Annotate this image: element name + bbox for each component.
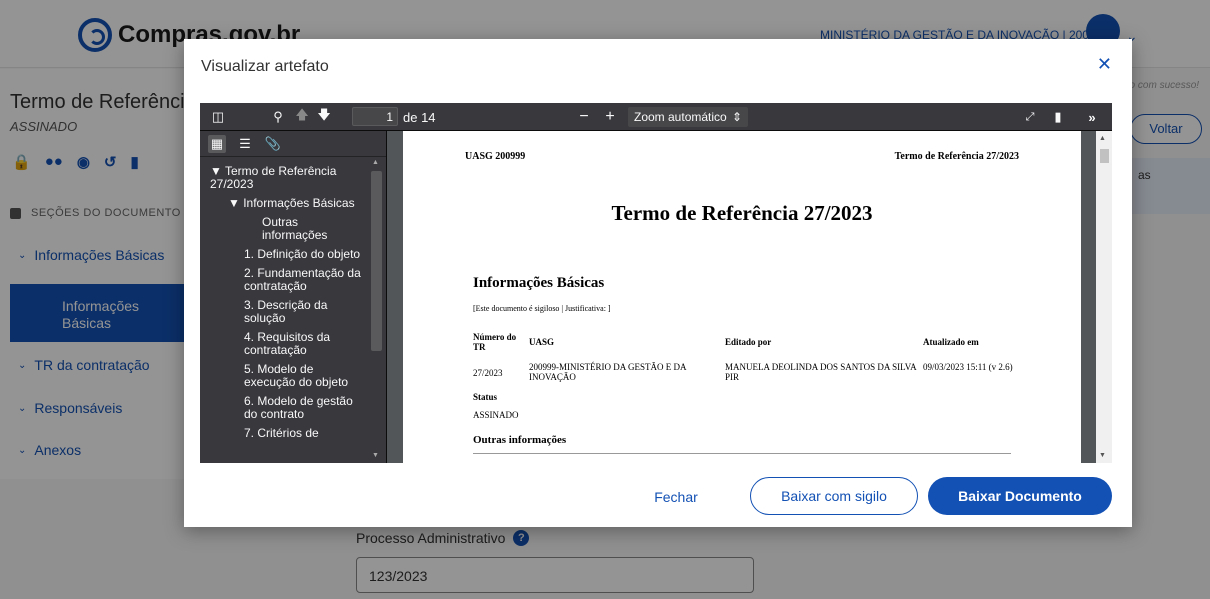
page-scroll-thumb[interactable] xyxy=(1100,149,1109,163)
status-label: Status xyxy=(473,392,498,402)
page-header-right: Termo de Referência 27/2023 xyxy=(894,151,1019,162)
close-icon[interactable]: ✕ xyxy=(1097,54,1112,75)
page-section-heading: Informações Básicas xyxy=(473,275,605,291)
outline-item[interactable]: 5. Modelo de execução do objeto xyxy=(200,361,368,393)
outline-item[interactable]: 3. Descrição da solução xyxy=(200,297,368,329)
fechar-button[interactable]: Fechar xyxy=(640,479,712,515)
outline-item[interactable]: 6. Modelo de gestão do contrato xyxy=(200,393,368,425)
pdf-page: UASG 200999 Termo de Referência 27/2023 … xyxy=(403,131,1081,463)
outline-scroll-thumb[interactable] xyxy=(371,171,382,351)
table-cell: 09/03/2023 15:11 (v 2.6) xyxy=(923,362,1013,372)
arrow-down-icon[interactable]: 🡇 xyxy=(314,107,334,127)
outline-icon[interactable]: ☰ xyxy=(236,135,254,153)
outline-scrollbar[interactable]: ▲ ▼ xyxy=(368,157,386,463)
select-arrow-icon: ⇕ xyxy=(731,110,742,124)
outline-item[interactable]: 1. Definição do objeto xyxy=(200,246,368,265)
attachments-icon[interactable]: 📎 xyxy=(264,135,282,153)
view-artifact-modal: Visualizar artefato ✕ ◫ ⚲ 🡅 🡇 1 de 14 − … xyxy=(184,39,1132,527)
baixar-com-sigilo-button[interactable]: Baixar com sigilo xyxy=(750,477,918,515)
page-number-input[interactable]: 1 xyxy=(352,107,398,126)
page-header-left: UASG 200999 xyxy=(465,151,526,162)
scroll-up-icon[interactable]: ▲ xyxy=(372,159,379,166)
tools-icon[interactable]: » xyxy=(1082,107,1102,127)
table-header: UASG xyxy=(529,337,555,347)
baixar-documento-button[interactable]: Baixar Documento xyxy=(928,477,1112,515)
scroll-down-icon[interactable]: ▼ xyxy=(1099,452,1106,459)
table-cell: 27/2023 xyxy=(473,368,503,378)
thumbnails-icon[interactable]: ▦ xyxy=(208,135,226,153)
page-scrollbar[interactable]: ▲ ▼ xyxy=(1096,131,1112,463)
viewer-toolbar: ◫ ⚲ 🡅 🡇 1 de 14 − + Zoom automático ⇕ ⤢ … xyxy=(200,103,1112,131)
document-outline: ▼ Termo de Referência 27/2023 ▼ Informaç… xyxy=(200,157,368,463)
pdf-viewer: ◫ ⚲ 🡅 🡇 1 de 14 − + Zoom automático ⇕ ⤢ … xyxy=(200,103,1112,463)
scroll-up-icon[interactable]: ▲ xyxy=(1099,135,1106,142)
zoom-in-icon[interactable]: + xyxy=(600,107,620,127)
table-header: Editado por xyxy=(725,337,772,347)
modal-title: Visualizar artefato xyxy=(201,58,329,75)
fullscreen-icon[interactable]: ⤢ xyxy=(1020,107,1040,127)
outline-item[interactable]: Outras informações xyxy=(200,214,368,246)
outline-item[interactable]: 2. Fundamentação da contratação xyxy=(200,265,368,297)
zoom-select[interactable]: Zoom automático ⇕ xyxy=(628,107,748,127)
table-header: Atualizado em xyxy=(923,337,979,347)
sidebar-view-toolbar: ▦ ☰ 📎 xyxy=(200,131,386,157)
status-value: ASSINADO xyxy=(473,410,519,420)
outline-item[interactable]: ▼ Termo de Referência 27/2023 xyxy=(200,163,368,195)
page-total: de 14 xyxy=(403,109,436,125)
table-cell: MANUELA DEOLINDA DOS SANTOS DA SILVA PIR xyxy=(725,362,917,382)
outline-item[interactable]: ▼ Informações Básicas xyxy=(200,195,368,214)
scroll-down-icon[interactable]: ▼ xyxy=(372,452,379,459)
page-section-heading-2: Outras informações xyxy=(473,434,567,446)
zoom-value: Zoom automático xyxy=(634,110,727,124)
bookmark-icon[interactable]: ▮ xyxy=(1048,107,1068,127)
sidebar-toggle-icon[interactable]: ◫ xyxy=(208,107,228,127)
zoom-out-icon[interactable]: − xyxy=(574,107,594,127)
page-rule xyxy=(473,453,1011,454)
table-header: Número do TR xyxy=(473,332,517,352)
page-title: Termo de Referência 27/2023 xyxy=(611,201,873,225)
outline-item[interactable]: 4. Requisitos da contratação xyxy=(200,329,368,361)
search-icon[interactable]: ⚲ xyxy=(268,107,288,127)
outline-item[interactable]: 7. Critérios de xyxy=(200,425,368,444)
table-cell: 200999-MINISTÉRIO DA GESTÃO E DA INOVAÇÃ… xyxy=(529,362,686,382)
divider xyxy=(386,131,387,463)
page-note: [Este documento é sigiloso | Justificati… xyxy=(473,304,611,313)
arrow-up-icon[interactable]: 🡅 xyxy=(292,107,312,127)
